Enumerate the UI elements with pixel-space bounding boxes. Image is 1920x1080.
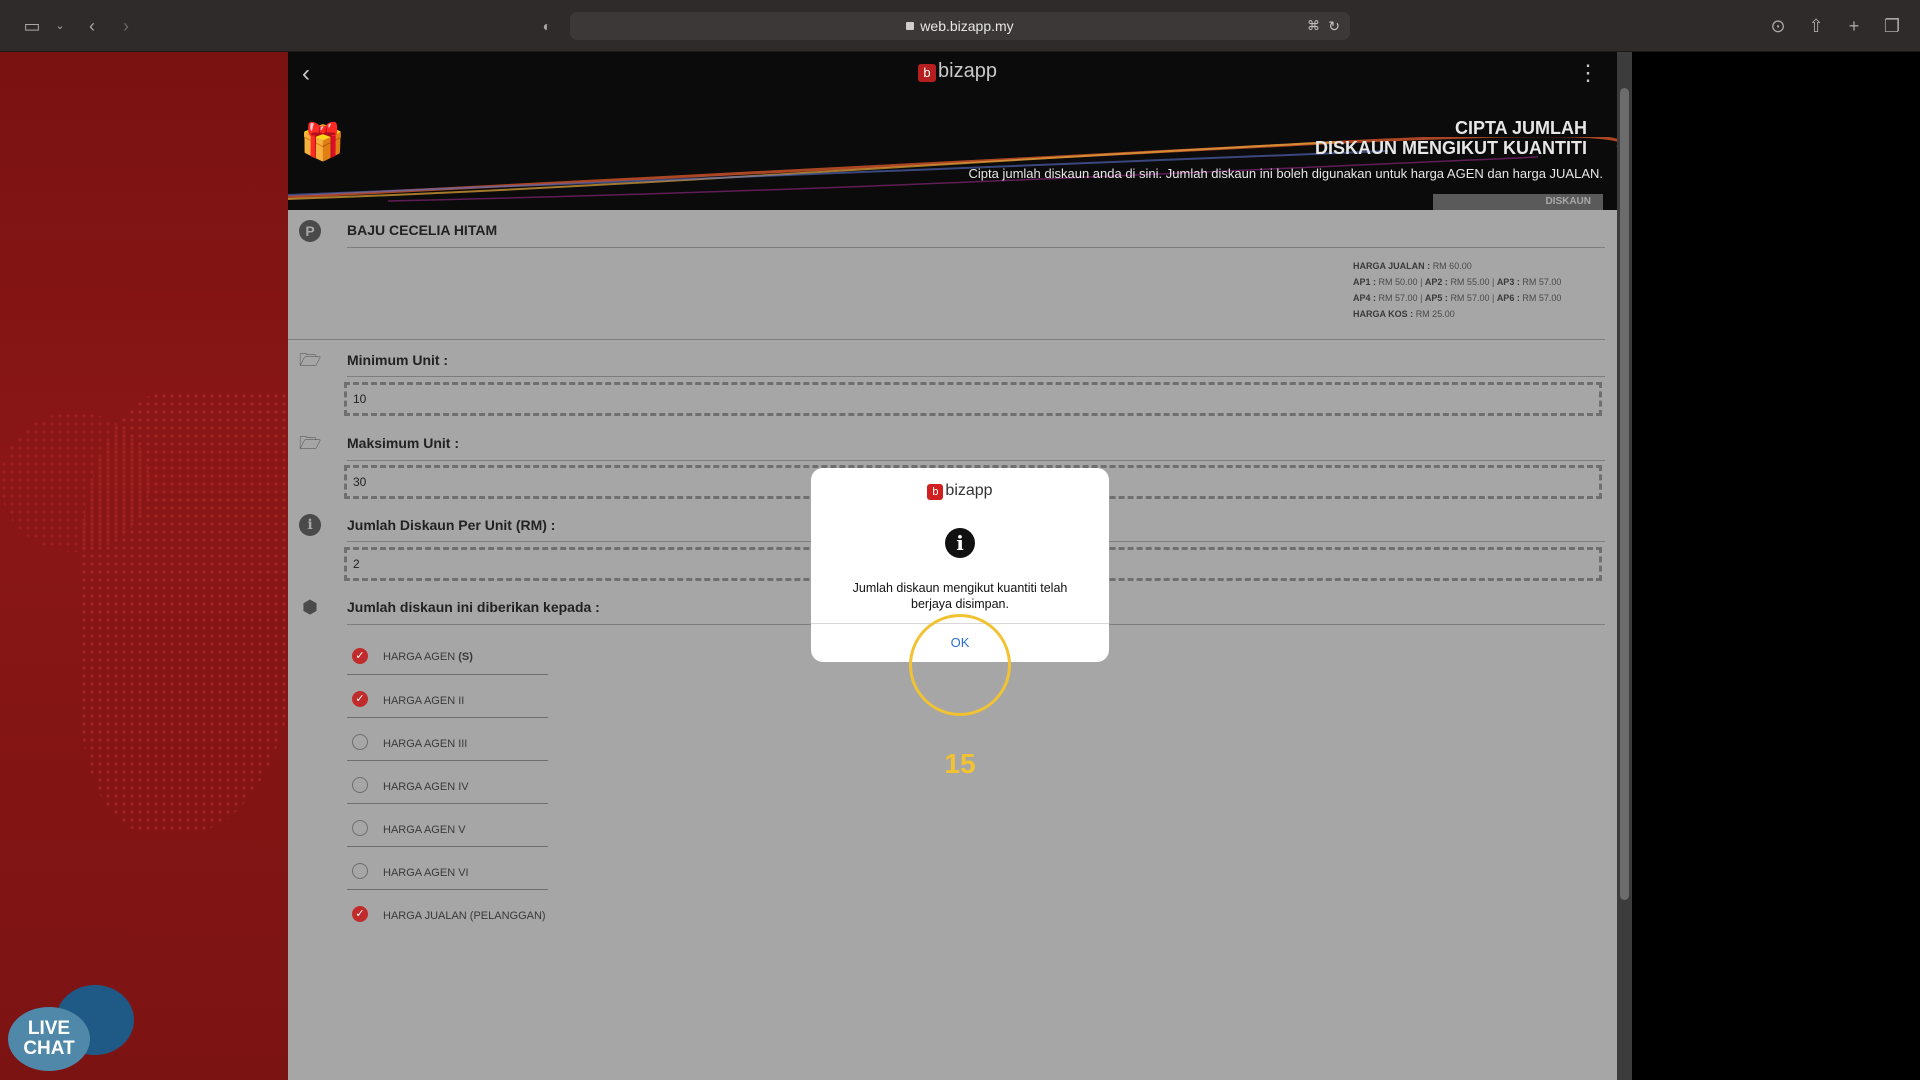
url-text: web.bizapp.my	[920, 18, 1014, 34]
divider	[347, 717, 548, 718]
checkbox-unchecked[interactable]	[352, 734, 368, 750]
option-label: HARGA AGEN (S)	[383, 651, 473, 663]
left-background-panel	[0, 52, 288, 1080]
live-chat-button[interactable]: LIVE CHAT	[8, 985, 134, 1075]
dialog-logo: b bizapp	[811, 482, 1109, 500]
world-map-pattern-2	[0, 412, 150, 552]
product-icon: P	[299, 220, 321, 242]
price-label: AP4 :	[1353, 293, 1377, 303]
divider	[347, 803, 548, 804]
page-title-line2: DISKAUN MENGIKUT KUANTITI	[1315, 138, 1587, 158]
product-name: BAJU CECELIA HITAM	[347, 222, 498, 238]
max-unit-label: Maksimum Unit :	[347, 435, 460, 451]
address-bar[interactable]: web.bizapp.my ⌘ ↻	[570, 12, 1350, 40]
live-chat-label: LIVE CHAT	[8, 1007, 90, 1071]
price-value: RM 55.00	[1450, 277, 1490, 287]
price-value: RM 57.00	[1522, 293, 1562, 303]
divider	[288, 339, 1605, 340]
package-icon: ⬢	[302, 597, 318, 617]
divider	[347, 674, 548, 675]
sidebar-toggle-icon[interactable]: ▭	[20, 14, 44, 38]
price-label: AP5 :	[1424, 293, 1448, 303]
shield-icon[interactable]: ◐	[535, 14, 559, 38]
given-to-label: Jumlah diskaun ini diberikan kepada :	[347, 599, 600, 615]
price-value: RM 57.00	[1522, 277, 1562, 287]
divider	[347, 760, 548, 761]
price-value: RM 25.00	[1415, 309, 1455, 319]
checkbox-unchecked[interactable]	[352, 820, 368, 836]
divider	[347, 247, 1605, 248]
option-label-text: HARGA AGEN	[383, 651, 456, 663]
logo-text: bizapp	[938, 60, 997, 82]
option-label: HARGA AGEN III	[383, 738, 468, 750]
forward-arrow-icon[interactable]: ›	[114, 14, 138, 38]
translate-icon[interactable]: ⌘	[1307, 12, 1320, 40]
dialog-message: Jumlah diskaun mengikut kuantiti telah b…	[852, 581, 1068, 611]
live-chat-line1: LIVE	[27, 1018, 71, 1039]
option-label: HARGA JUALAN (PELANGGAN)	[383, 910, 546, 922]
price-list: HARGA JUALAN : RM 60.00 AP1 : RM 50.00 |…	[1353, 261, 1562, 319]
price-label: HARGA JUALAN :	[1353, 261, 1431, 271]
page-subtitle: Cipta jumlah diskaun anda di sini. Jumla…	[968, 166, 1604, 181]
discount-label: Jumlah Diskaun Per Unit (RM) :	[347, 517, 556, 533]
tab-overview-icon[interactable]: ❐	[1880, 14, 1904, 38]
price-value: RM 57.00	[1450, 293, 1490, 303]
live-chat-line2: CHAT	[23, 1038, 75, 1059]
more-menu-icon[interactable]: ⋮	[1577, 60, 1599, 86]
lock-icon	[906, 22, 915, 30]
chevron-down-icon[interactable]: ⌄	[48, 14, 72, 38]
info-icon: i	[299, 514, 321, 536]
back-arrow-icon[interactable]: ‹	[80, 14, 104, 38]
step-number: 15	[944, 748, 976, 779]
price-label: AP2 :	[1424, 277, 1448, 287]
browser-toolbar: ▭ ⌄ ‹ › ◐ web.bizapp.my ⌘ ↻ ⊙ ⇧ + ❐	[0, 0, 1920, 52]
divider	[347, 376, 1605, 377]
option-label: HARGA AGEN VI	[383, 867, 469, 879]
price-label: AP3 :	[1496, 277, 1520, 287]
back-chevron-icon[interactable]: ‹	[302, 60, 310, 88]
dialog-logo-text: bizapp	[945, 482, 993, 499]
price-value: RM 50.00	[1378, 277, 1418, 287]
option-label: HARGA AGEN V	[383, 824, 466, 836]
download-icon[interactable]: ⊙	[1766, 14, 1790, 38]
price-label: HARGA KOS :	[1353, 309, 1414, 319]
option-label: HARGA AGEN II	[383, 695, 465, 707]
price-label: AP1 :	[1353, 277, 1377, 287]
divider	[347, 460, 1605, 461]
min-unit-label: Minimum Unit :	[347, 352, 449, 368]
checkbox-unchecked[interactable]	[352, 863, 368, 879]
option-label-suffix: (S)	[458, 651, 473, 663]
checkbox-unchecked[interactable]	[352, 777, 368, 793]
folder-open-icon: 🗁	[299, 433, 322, 453]
right-background	[1632, 52, 1920, 1080]
reload-icon[interactable]: ↻	[1328, 12, 1340, 40]
checkbox-checked[interactable]: ✓	[352, 648, 368, 664]
share-icon[interactable]: ⇧	[1804, 14, 1828, 38]
bizapp-logo: b bizapp	[918, 60, 997, 83]
click-highlight-ring	[909, 614, 1011, 716]
logo-mark-icon: b	[927, 484, 944, 500]
checkbox-checked[interactable]: ✓	[352, 691, 368, 707]
logo-mark-icon: b	[918, 64, 936, 82]
min-unit-input[interactable]: 10	[344, 382, 1602, 416]
checkbox-checked[interactable]: ✓	[352, 906, 368, 922]
divider	[347, 889, 548, 890]
price-label: AP6 :	[1496, 293, 1520, 303]
page-title: CIPTA JUMLAH DISKAUN MENGIKUT KUANTITI	[1315, 118, 1587, 158]
price-value: RM 57.00	[1378, 293, 1418, 303]
option-label: HARGA AGEN IV	[383, 781, 469, 793]
new-tab-icon[interactable]: +	[1842, 14, 1866, 38]
divider	[347, 846, 548, 847]
header-banner: ‹ b bizapp ⋮ 🎁 CIPTA JUMLAH DISKAUN MENGI…	[288, 52, 1617, 210]
info-icon: i	[945, 528, 975, 558]
folder-open-icon: 🗁	[299, 350, 322, 370]
page-title-line1: CIPTA JUMLAH	[1455, 118, 1587, 138]
price-value: RM 60.00	[1432, 261, 1472, 271]
scrollbar-thumb[interactable]	[1620, 88, 1629, 900]
section-tag: DISKAUN	[1433, 194, 1603, 210]
